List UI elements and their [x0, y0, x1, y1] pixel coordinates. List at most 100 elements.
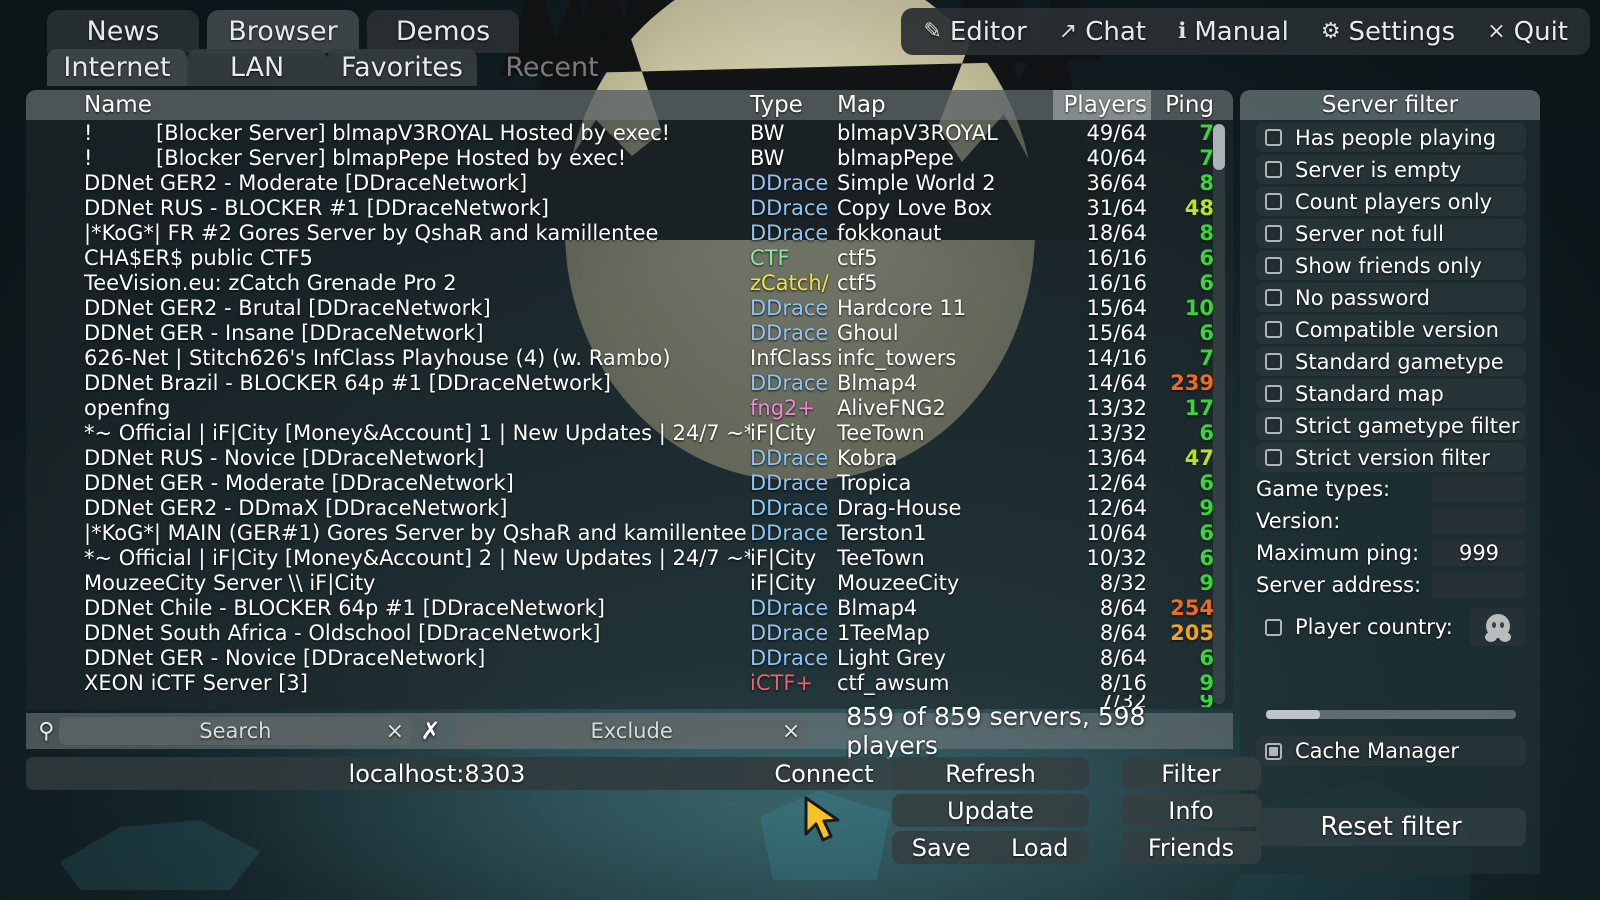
refresh-button[interactable]: Refresh	[892, 757, 1089, 790]
server-type-cell: DDrace	[750, 320, 829, 345]
checkbox-icon[interactable]	[1265, 417, 1282, 434]
filter-checkbox-label: No password	[1295, 285, 1430, 310]
table-row[interactable]: 626-Net | Stitch626's InfClass Playhouse…	[26, 345, 1233, 370]
table-row[interactable]: MouzeeCity Server \\ iF|City iF|City Mouze…	[26, 570, 1233, 595]
menu-item-quit[interactable]: × Quit	[1471, 8, 1584, 55]
connect-button[interactable]: Connect	[744, 757, 904, 790]
server-name-cell: 626-Net | Stitch626's InfClass Playhouse…	[26, 346, 750, 370]
server-map-cell: AliveFNG2	[837, 395, 946, 420]
filter-button[interactable]: Filter	[1121, 757, 1261, 790]
filter-checkbox-row[interactable]: Strict gametype filter	[1256, 411, 1526, 440]
server-map-cell: infc_towers	[837, 345, 957, 370]
table-row[interactable]: ! [Blocker Server] blmapV3ROYAL Hosted by…	[26, 120, 1233, 145]
table-row[interactable]: DDNet GER2 - DDmaX [DDraceNetwork] DDrace…	[26, 495, 1233, 520]
scrollbar-thumb[interactable]	[1213, 124, 1225, 170]
table-row[interactable]: DDNet South Africa - Oldschool [DDraceNe…	[26, 620, 1233, 645]
column-header-type[interactable]: Type	[750, 92, 837, 118]
filter-field-input[interactable]	[1432, 475, 1526, 502]
subtab-internet[interactable]: Internet	[47, 49, 187, 86]
column-header-ping[interactable]: Ping	[1151, 92, 1223, 118]
filter-checkbox-row[interactable]: Server not full	[1256, 219, 1526, 248]
table-row[interactable]: CHA$ER$ public CTF5 CTF ctf5 16/16 6	[26, 245, 1233, 270]
server-list-scrollbar[interactable]	[1213, 124, 1225, 704]
cache-manager-checkbox[interactable]	[1265, 742, 1282, 760]
table-row[interactable]: |*KoG*| MAIN (GER#1) Gores Server by Qsh…	[26, 520, 1233, 545]
load-button[interactable]: Load	[991, 831, 1090, 864]
server-address-input[interactable]: localhost:8303	[26, 757, 848, 790]
player-country-row[interactable]: Player country:	[1256, 606, 1526, 648]
checkbox-icon[interactable]	[1265, 161, 1282, 178]
filter-checkbox-row[interactable]: Server is empty	[1256, 155, 1526, 184]
save-button[interactable]: Save	[892, 831, 991, 864]
subtab-favorites[interactable]: Favorites	[327, 49, 477, 86]
server-players-cell: 31/64	[1086, 195, 1147, 220]
info-button[interactable]: Info	[1121, 794, 1261, 827]
checkbox-icon[interactable]	[1265, 353, 1282, 370]
menu-item-manual[interactable]: ℹ Manual	[1162, 8, 1305, 55]
filter-field-input[interactable]	[1432, 507, 1526, 534]
friends-button[interactable]: Friends	[1121, 831, 1261, 864]
filter-checkbox-row[interactable]: Standard gametype	[1256, 347, 1526, 376]
table-row[interactable]: ! [Blocker Server] blmapPepe Hosted by ex…	[26, 145, 1233, 170]
table-row[interactable]: DDNet RUS - BLOCKER #1 [DDraceNetwork] DD…	[26, 195, 1233, 220]
cache-manager-row[interactable]: Cache Manager	[1256, 736, 1526, 766]
filter-checkbox-row[interactable]: Standard map	[1256, 379, 1526, 408]
table-row[interactable]: XEON iCTF Server [3] iCTF+ ctf_awsum 8/16 9	[26, 670, 1233, 695]
tab-news[interactable]: News	[47, 10, 199, 53]
column-header-name[interactable]: Name	[26, 92, 750, 118]
tab-demos[interactable]: Demos	[367, 10, 519, 53]
filter-checkbox-row[interactable]: Strict version filter	[1256, 443, 1526, 472]
filter-field-row: Server address:	[1256, 569, 1526, 600]
table-row[interactable]: DDNet GER2 - Moderate [DDraceNetwork] DDr…	[26, 170, 1233, 195]
table-row[interactable]: DDNet GER - Moderate [DDraceNetwork] DDra…	[26, 470, 1233, 495]
exclude-clear-icon[interactable]: ×	[782, 719, 800, 744]
checkbox-icon[interactable]	[1265, 225, 1282, 242]
exclude-input[interactable]: Exclude ×	[454, 717, 809, 745]
menu-item-settings[interactable]: ⚙ Settings	[1305, 8, 1471, 55]
table-row[interactable]: DDNet GER - Novice [DDraceNetwork] DDrace…	[26, 645, 1233, 670]
table-row[interactable]: DDNet RUS - Novice [DDraceNetwork] DDrace…	[26, 445, 1233, 470]
checkbox-icon[interactable]	[1265, 257, 1282, 274]
server-name-label: DDNet Chile - BLOCKER 64p #1 [DDraceNetw…	[84, 595, 605, 620]
checkbox-icon[interactable]	[1265, 193, 1282, 210]
menu-item-quit-label: Quit	[1513, 16, 1568, 47]
table-row[interactable]: *~ Official | iF|City [Money&Account] 2 …	[26, 545, 1233, 570]
column-header-map[interactable]: Map	[837, 92, 1053, 118]
menu-item-editor-label: Editor	[949, 16, 1027, 47]
update-button[interactable]: Update	[892, 794, 1089, 827]
table-row[interactable]: openfng fng2+ AliveFNG2 13/32 17	[26, 395, 1233, 420]
filter-checkbox-row[interactable]: Show friends only	[1256, 251, 1526, 280]
server-name-cell: openfng	[26, 396, 750, 420]
tab-browser[interactable]: Browser	[207, 10, 359, 53]
table-row[interactable]: *~ Official | iF|City [Money&Account] 1 …	[26, 420, 1233, 445]
filter-checkbox-row[interactable]: Count players only	[1256, 187, 1526, 216]
filter-checkbox-row[interactable]: Has people playing	[1256, 123, 1526, 152]
filter-checkbox-row[interactable]: No password	[1256, 283, 1526, 312]
checkbox-icon[interactable]	[1265, 449, 1282, 466]
subtab-recent[interactable]: Recent	[477, 49, 627, 86]
checkbox-icon[interactable]	[1265, 321, 1282, 338]
tee-flag-icon[interactable]	[1470, 608, 1526, 646]
search-input[interactable]: Search ×	[58, 717, 413, 745]
player-country-checkbox[interactable]	[1265, 618, 1282, 636]
maximum-ping-slider[interactable]	[1266, 710, 1516, 719]
search-clear-icon[interactable]: ×	[386, 719, 404, 744]
checkbox-icon[interactable]	[1265, 129, 1282, 146]
filter-checkbox-row[interactable]: Compatible version	[1256, 315, 1526, 344]
checkbox-icon[interactable]	[1265, 289, 1282, 306]
table-row[interactable]: DDNet Chile - BLOCKER 64p #1 [DDraceNetw…	[26, 595, 1233, 620]
menu-item-chat[interactable]: ↗ Chat	[1043, 8, 1162, 55]
table-row[interactable]: |*KoG*| FR #2 Gores Server by QshaR and …	[26, 220, 1233, 245]
exclude-placeholder: Exclude	[590, 719, 673, 743]
table-row[interactable]: DDNet Brazil - BLOCKER 64p #1 [DDraceNet…	[26, 370, 1233, 395]
table-row[interactable]: DDNet GER2 - Brutal [DDraceNetwork] DDrac…	[26, 295, 1233, 320]
subtab-lan[interactable]: LAN	[187, 49, 327, 86]
filter-field-input[interactable]: 999	[1432, 539, 1526, 566]
table-row[interactable]: DDNet GER - Insane [DDraceNetwork] DDrace…	[26, 320, 1233, 345]
checkbox-icon[interactable]	[1265, 385, 1282, 402]
menu-item-editor[interactable]: ✎ Editor	[907, 8, 1042, 55]
column-header-players[interactable]: Players	[1053, 90, 1151, 120]
reset-filter-button[interactable]: Reset filter	[1256, 808, 1526, 846]
filter-field-input[interactable]	[1432, 571, 1526, 598]
table-row[interactable]: TeeVision.eu: zCatch Grenade Pro 2 zCatch…	[26, 270, 1233, 295]
